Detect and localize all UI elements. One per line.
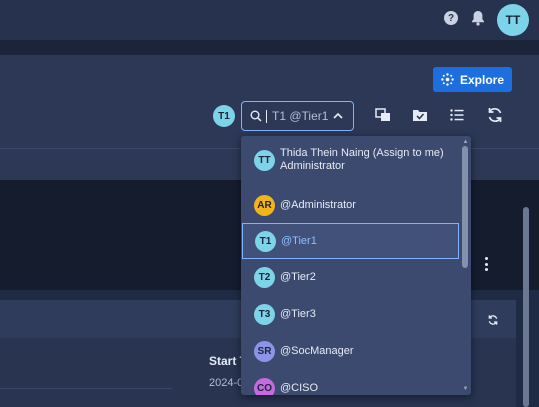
option-label: @SocManager [280, 345, 354, 357]
more-options-icon[interactable] [483, 257, 489, 271]
dropdown-option[interactable]: AR @Administrator [241, 188, 463, 222]
scroll-up-arrow[interactable]: ▲ [462, 139, 469, 145]
dropdown-option[interactable]: T3 @Tier3 [241, 297, 463, 331]
option-label-primary: Thida Thein Naing (Assign to me) [280, 147, 444, 159]
assignee-search-input[interactable]: T1 @Tier1 [241, 101, 354, 131]
option-avatar: T3 [254, 304, 275, 325]
top-bar [0, 0, 539, 40]
dropdown-option[interactable]: CO @CISO [241, 371, 463, 395]
option-avatar: TT [254, 150, 275, 171]
folder-check-icon[interactable] [411, 106, 429, 124]
card-refresh-icon[interactable] [487, 314, 499, 326]
text-caret [266, 109, 267, 123]
explore-button[interactable]: Explore [433, 67, 512, 92]
bell-icon[interactable] [471, 10, 485, 26]
refresh-icon[interactable] [486, 106, 504, 124]
option-label: @Tier2 [280, 271, 316, 283]
option-label: @CISO [280, 382, 319, 394]
option-avatar: AR [254, 195, 275, 216]
list-icon[interactable] [448, 106, 466, 124]
help-icon[interactable]: ? [444, 11, 458, 25]
option-avatar: SR [254, 341, 275, 362]
card-divider [0, 388, 172, 389]
dropdown-option[interactable]: SR @SocManager [241, 334, 463, 368]
option-label: Thida Thein Naing (Assign to me) Administ… [280, 147, 444, 173]
dropdown-option[interactable]: T2 @Tier2 [241, 260, 463, 294]
dropdown-option[interactable]: T1 @Tier1 [242, 223, 459, 259]
start-time-value: 2024-0 [209, 377, 244, 389]
assignee-badge[interactable]: T1 [213, 105, 235, 127]
top-bar-shadow [0, 40, 539, 55]
option-avatar: CO [254, 378, 275, 395]
copy-icon[interactable] [374, 106, 392, 124]
option-label-secondary: Administrator [280, 160, 345, 172]
chevron-up-icon[interactable] [332, 110, 344, 122]
explore-icon [441, 73, 454, 86]
page-scrollbar[interactable] [523, 207, 529, 407]
option-avatar: T2 [254, 267, 275, 288]
user-avatar[interactable]: TT [497, 4, 529, 36]
scroll-down-arrow[interactable]: ▼ [462, 386, 469, 392]
option-label: @Tier3 [280, 308, 316, 320]
option-label: @Administrator [280, 199, 356, 211]
option-avatar: T1 [255, 231, 276, 252]
assignee-dropdown: TT Thida Thein Naing (Assign to me) Admini… [241, 136, 471, 395]
option-label: @Tier1 [281, 235, 317, 247]
search-icon [250, 110, 262, 122]
dropdown-scrollbar-thumb[interactable] [462, 146, 468, 268]
dropdown-option[interactable]: TT Thida Thein Naing (Assign to me) Admini… [241, 136, 463, 184]
search-value: T1 @Tier1 [272, 109, 329, 123]
explore-label: Explore [459, 72, 504, 87]
